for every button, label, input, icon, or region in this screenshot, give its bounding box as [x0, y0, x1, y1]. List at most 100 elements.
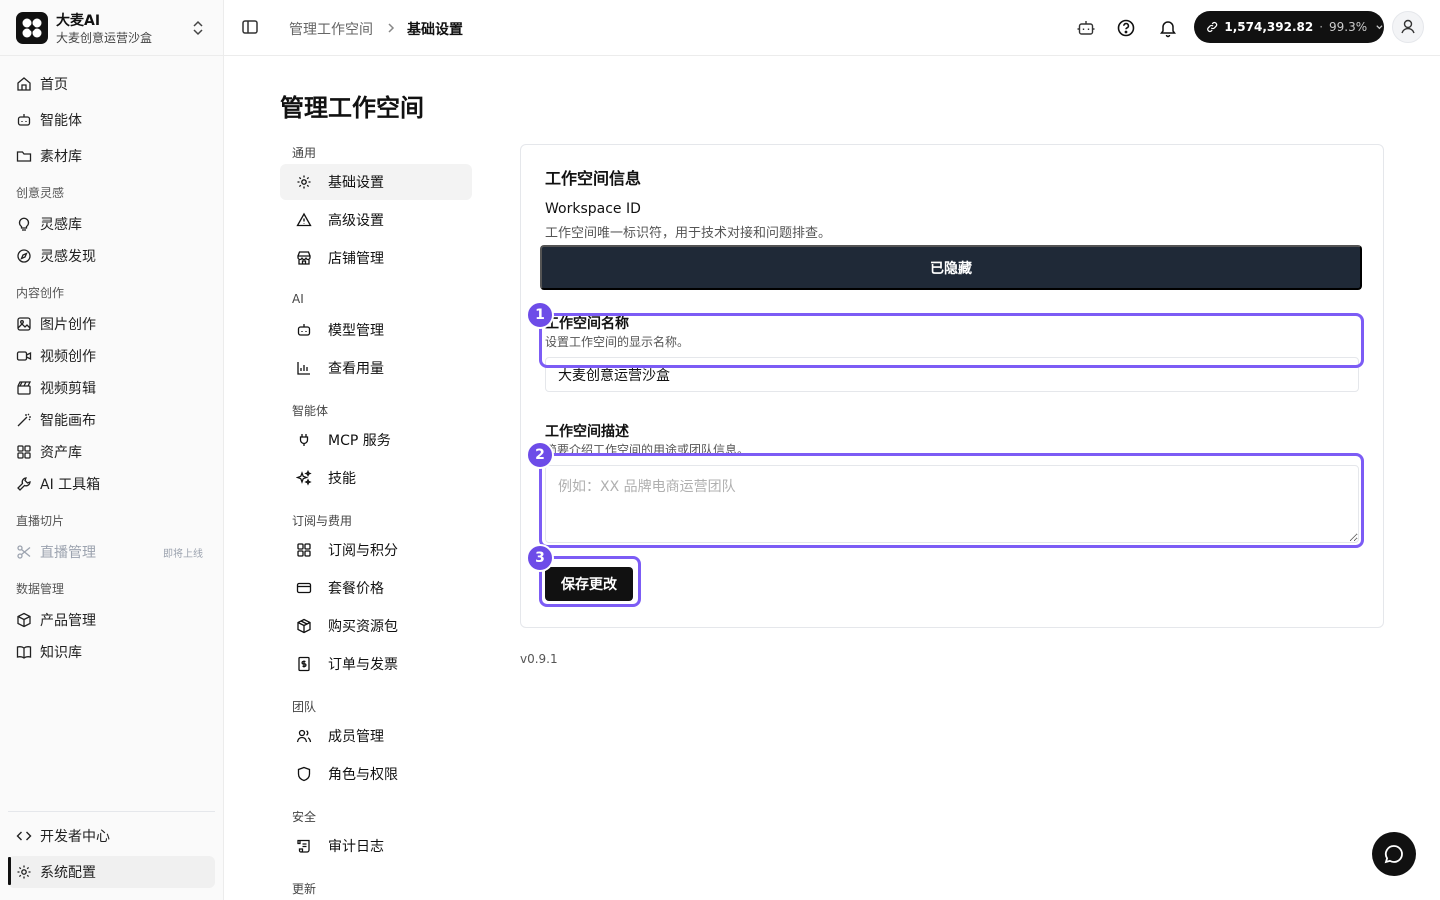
- workspace-name-hint: 设置工作空间的显示名称。: [545, 335, 690, 349]
- workspace-name-input[interactable]: [545, 357, 1359, 392]
- settings-item-label: 购买资源包: [328, 619, 398, 635]
- sidebar-item-label: 灵感库: [40, 217, 82, 233]
- sidebar-item-home[interactable]: 首页: [8, 68, 215, 100]
- card-title: 工作空间信息: [545, 169, 642, 188]
- reveal-workspace-id-button[interactable]: 已隐藏: [540, 245, 1362, 290]
- video-icon: [16, 351, 32, 361]
- settings-item-mcp[interactable]: MCP 服务: [280, 422, 472, 458]
- sidebar-item-image-creation[interactable]: 图片创作: [8, 308, 215, 340]
- workspace-switcher[interactable]: 大麦AI 大麦创意运营沙盒: [0, 0, 223, 56]
- sidebar-item-label: 系统配置: [40, 865, 96, 881]
- book-icon: [16, 646, 32, 659]
- settings-item-store[interactable]: 店铺管理: [280, 240, 472, 276]
- sidebar-item-product-management[interactable]: 产品管理: [8, 604, 215, 636]
- gear-icon: [17, 865, 31, 879]
- sidebar-item-label: 视频创作: [40, 349, 96, 365]
- top-bar: 管理工作空间 基础设置 1,574,392.82 · 99.3%: [224, 0, 1440, 56]
- users-icon: [296, 729, 312, 743]
- user-avatar[interactable]: [1392, 11, 1424, 43]
- sidebar-item-smart-canvas[interactable]: 智能画布: [8, 404, 215, 436]
- sidebar-item-materials[interactable]: 素材库: [8, 140, 215, 172]
- sidebar-item-video-creation[interactable]: 视频创作: [8, 340, 215, 372]
- sidebar-item-developer-center[interactable]: 开发者中心: [8, 820, 215, 852]
- settings-item-roles[interactable]: 角色与权限: [280, 756, 472, 792]
- settings-item-label: 角色与权限: [328, 767, 398, 783]
- settings-item-label: 技能: [328, 471, 356, 487]
- compass-icon: [17, 249, 31, 263]
- clapperboard-icon: [17, 381, 32, 395]
- sidebar: 大麦AI 大麦创意运营沙盒 首页 智能体 素材库 创意灵感 灵感库 灵感发现 内: [0, 0, 224, 900]
- page-title: 管理工作空间: [280, 94, 424, 122]
- settings-item-basic[interactable]: 基础设置: [280, 164, 472, 200]
- box-icon: [17, 612, 31, 628]
- help-icon[interactable]: [1116, 18, 1136, 38]
- sidebar-item-agents[interactable]: 智能体: [8, 104, 215, 136]
- home-icon: [17, 77, 31, 91]
- bell-icon[interactable]: [1158, 18, 1178, 38]
- grid-icon: [297, 543, 311, 557]
- sidebar-item-label: 直播管理: [40, 545, 96, 561]
- sidebar-toggle-icon[interactable]: [241, 18, 261, 38]
- warning-icon: [296, 212, 312, 227]
- sidebar-item-label: 图片创作: [40, 317, 96, 333]
- sidebar-item-label: 资产库: [40, 445, 82, 461]
- sidebar-item-live-management: 直播管理 即将上线: [8, 536, 215, 568]
- settings-item-resource-pack[interactable]: 购买资源包: [280, 608, 472, 644]
- sidebar-item-label: 视频剪辑: [40, 381, 96, 397]
- settings-group-title: AI: [292, 292, 304, 306]
- step-marker: 2: [526, 441, 554, 469]
- nav-group-title: 创意灵感: [16, 186, 65, 200]
- settings-item-models[interactable]: 模型管理: [280, 312, 472, 348]
- settings-item-label: 订阅与积分: [328, 543, 398, 559]
- sidebar-item-label: AI 工具箱: [40, 477, 101, 493]
- chevron-down-icon: [1376, 25, 1383, 30]
- chat-button[interactable]: [1372, 832, 1416, 876]
- settings-item-usage[interactable]: 查看用量: [280, 350, 472, 386]
- settings-item-label: 审计日志: [328, 839, 384, 855]
- credits-badge[interactable]: 1,574,392.82 · 99.3%: [1194, 11, 1384, 43]
- active-indicator: [8, 857, 11, 885]
- grid-icon: [17, 445, 31, 459]
- credits-amount: 1,574,392.82: [1224, 20, 1314, 34]
- sidebar-item-label: 知识库: [40, 645, 82, 661]
- store-icon: [297, 251, 311, 265]
- nav-group-title: 数据管理: [16, 582, 65, 596]
- sidebar-item-inspiration-discover[interactable]: 灵感发现: [8, 240, 215, 272]
- user-icon: [1401, 19, 1415, 34]
- workspace-name-label: 工作空间名称: [545, 316, 629, 332]
- settings-item-members[interactable]: 成员管理: [280, 718, 472, 754]
- sidebar-item-ai-toolbox[interactable]: AI 工具箱: [8, 468, 215, 500]
- workspace-id-hint: 工作空间唯一标识符，用于技术对接和问题排查。: [545, 226, 832, 241]
- save-button[interactable]: 保存更改: [545, 567, 633, 601]
- workspace-description-label: 工作空间描述: [545, 424, 629, 440]
- robot-icon: [17, 114, 31, 126]
- chevron-right-icon: [385, 19, 397, 37]
- gear-icon: [297, 175, 311, 189]
- settings-item-skills[interactable]: 技能: [280, 460, 472, 496]
- credit-card-icon: [296, 582, 312, 594]
- settings-group-title: 安全: [292, 810, 317, 824]
- sidebar-item-label: 素材库: [40, 149, 82, 165]
- sidebar-item-inspiration-library[interactable]: 灵感库: [8, 208, 215, 240]
- settings-item-pricing[interactable]: 套餐价格: [280, 570, 472, 606]
- workspace-description-input[interactable]: [545, 465, 1359, 543]
- sidebar-item-asset-library[interactable]: 资产库: [8, 436, 215, 468]
- bot-icon[interactable]: [1076, 18, 1096, 38]
- sparkles-icon: [296, 470, 312, 486]
- settings-item-subscription[interactable]: 订阅与积分: [280, 532, 472, 568]
- sidebar-item-label: 首页: [40, 77, 68, 93]
- nav-group-title: 内容创作: [16, 286, 65, 300]
- sidebar-item-system-config[interactable]: 系统配置: [8, 856, 215, 888]
- settings-item-orders[interactable]: 订单与发票: [280, 646, 472, 682]
- settings-item-advanced[interactable]: 高级设置: [280, 202, 472, 238]
- sidebar-item-knowledge-base[interactable]: 知识库: [8, 636, 215, 668]
- link-icon: [1207, 21, 1218, 33]
- settings-item-audit-log[interactable]: 审计日志: [280, 828, 472, 864]
- breadcrumb-parent[interactable]: 管理工作空间: [289, 19, 373, 39]
- step-marker: 3: [526, 544, 554, 572]
- plug-icon: [299, 434, 309, 446]
- workspace-id-label: Workspace ID: [545, 201, 641, 217]
- sidebar-item-video-editing[interactable]: 视频剪辑: [8, 372, 215, 404]
- step-marker: 1: [526, 301, 554, 329]
- code-icon: [16, 831, 32, 841]
